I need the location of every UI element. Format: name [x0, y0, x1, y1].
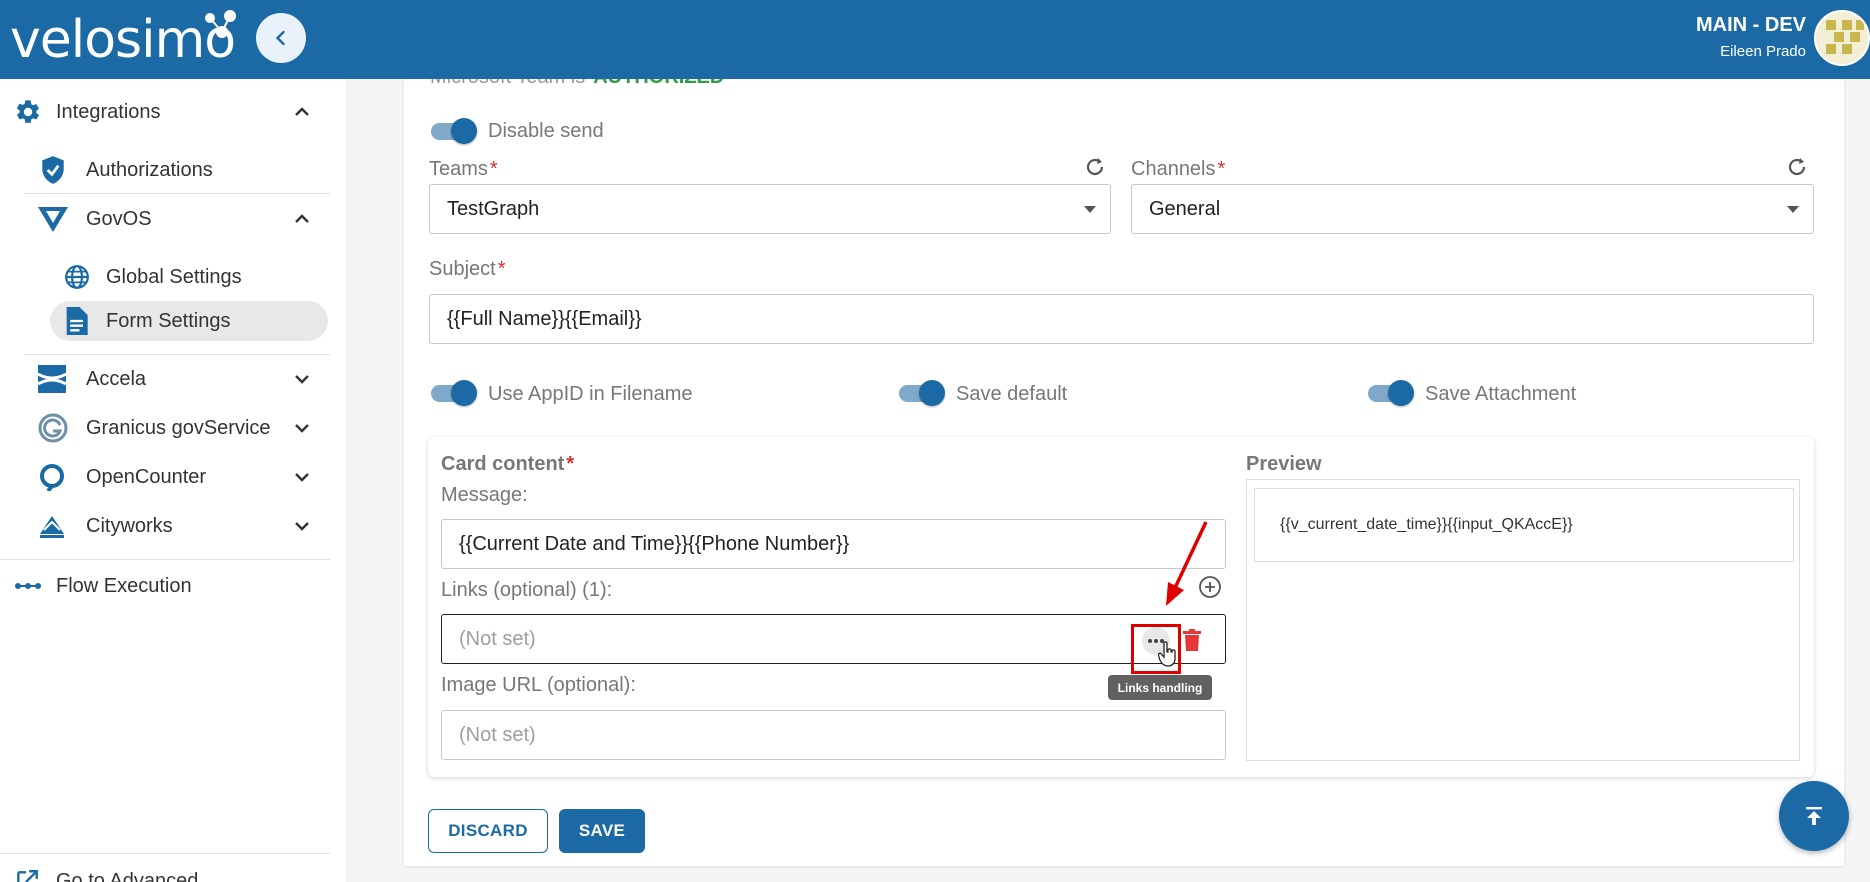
sidebar-item-granicus[interactable]: Granicus govService	[38, 411, 314, 445]
chevron-left-icon	[275, 30, 285, 46]
delete-link-icon[interactable]	[1183, 629, 1201, 651]
sidebar-item-integrations[interactable]: Integrations	[14, 96, 314, 128]
sidebar-item-flow-execution[interactable]: Flow Execution	[14, 569, 314, 603]
annotation-arrow-icon	[1166, 521, 1208, 606]
vertical-align-top-icon	[1806, 807, 1822, 825]
logo-dots-icon	[205, 10, 236, 38]
chevron-down-icon[interactable]	[290, 465, 314, 489]
external-link-icon	[17, 870, 38, 882]
preview-card: {{v_current_date_time}}{{input_QKAccE}}	[1254, 488, 1794, 562]
refresh-teams-icon[interactable]	[1083, 155, 1107, 179]
links-handling-tooltip: Links handling	[1108, 675, 1212, 700]
save-default-label: Save default	[956, 383, 1068, 405]
disable-send-label: Disable send	[488, 120, 604, 142]
sidebar-item-go-advanced[interactable]: Go to Advanced	[14, 864, 314, 882]
sidebar-item-opencounter[interactable]: OpenCounter	[38, 460, 314, 494]
sidebar-item-authorizations[interactable]: Authorizations	[40, 153, 320, 187]
divider	[0, 559, 330, 560]
teams-selected-value: TestGraph	[447, 197, 540, 220]
chevron-down-icon[interactable]	[290, 416, 314, 440]
link-placeholder: (Not set)	[459, 627, 536, 650]
card-content-label: Card content *	[441, 453, 575, 475]
dropdown-arrow-icon	[1787, 206, 1799, 213]
dropdown-arrow-icon	[1084, 206, 1096, 213]
save-button[interactable]: SAVE	[559, 809, 645, 853]
message-value: {{Current Date and Time}}{{Phone Number}…	[459, 532, 850, 555]
channels-label: Channels *	[1131, 158, 1226, 180]
environment-info[interactable]: MAIN - DEV Eileen Prado	[1696, 14, 1806, 60]
image-url-label: Image URL (optional):	[441, 674, 636, 696]
chevron-up-icon[interactable]	[290, 100, 314, 124]
save-attachment-toggle[interactable]	[1366, 380, 1414, 406]
subject-value: {{Full Name}}{{Email}}	[447, 307, 642, 330]
globe-icon	[65, 265, 89, 289]
channels-selected-value: General	[1149, 197, 1221, 220]
sidebar-item-label: Accela	[86, 367, 147, 390]
opencounter-logo-icon	[40, 464, 64, 491]
image-url-placeholder: (Not set)	[459, 723, 536, 746]
sidebar-item-global-settings[interactable]: Global Settings	[64, 260, 324, 294]
sidebar: Integrations Authorizations GovOS Global…	[0, 79, 346, 882]
refresh-channels-icon[interactable]	[1785, 155, 1809, 179]
subject-input[interactable]: {{Full Name}}{{Email}}	[429, 294, 1814, 344]
disable-send-toggle[interactable]	[429, 118, 477, 144]
use-appid-label: Use AppID in Filename	[488, 383, 693, 405]
sidebar-item-label: Integrations	[56, 100, 161, 123]
channels-select[interactable]: General	[1131, 184, 1814, 234]
image-url-input[interactable]: (Not set)	[441, 710, 1226, 760]
save-default-toggle[interactable]	[897, 380, 945, 406]
sidebar-item-label: Authorizations	[86, 158, 213, 181]
user-name: Eileen Prado	[1720, 43, 1806, 60]
teams-select[interactable]: TestGraph	[429, 184, 1111, 234]
hand-cursor-icon	[1158, 641, 1176, 667]
flow-dots-icon	[15, 583, 41, 589]
collapse-sidebar-button[interactable]	[256, 13, 306, 63]
sidebar-item-label: GovOS	[86, 207, 152, 230]
teams-label: Teams *	[429, 158, 498, 180]
sidebar-item-label: Flow Execution	[56, 574, 192, 597]
accela-logo-icon	[38, 365, 66, 393]
govos-logo-icon	[38, 207, 68, 232]
sidebar-item-label: Cityworks	[86, 514, 173, 537]
shield-check-icon	[42, 156, 64, 184]
links-label: Links (optional) (1):	[441, 579, 613, 601]
message-label: Message:	[441, 484, 528, 506]
chevron-down-icon[interactable]	[290, 514, 314, 538]
sidebar-item-label: Go to Advanced	[56, 869, 199, 882]
sidebar-item-label: Form Settings	[106, 309, 231, 332]
save-attachment-label: Save Attachment	[1425, 383, 1577, 405]
document-icon	[66, 307, 88, 335]
sidebar-item-govos[interactable]: GovOS	[38, 202, 314, 236]
subject-label: Subject *	[429, 258, 506, 280]
link-input[interactable]: (Not set)	[441, 614, 1226, 664]
sidebar-item-label: Global Settings	[106, 265, 242, 288]
sidebar-item-form-settings[interactable]: Form Settings	[64, 304, 324, 338]
preview-label: Preview	[1246, 453, 1322, 475]
scroll-to-top-button[interactable]	[1779, 781, 1849, 851]
cityworks-logo-icon	[40, 516, 64, 538]
discard-button[interactable]: DISCARD	[428, 809, 548, 853]
user-avatar[interactable]	[1814, 10, 1870, 66]
divider	[24, 193, 330, 194]
divider	[0, 853, 330, 854]
chevron-up-icon[interactable]	[290, 207, 314, 231]
preview-text: {{v_current_date_time}}{{input_QKAccE}}	[1280, 516, 1573, 533]
gear-icon	[17, 100, 39, 123]
sidebar-item-accela[interactable]: Accela	[38, 362, 314, 396]
divider	[24, 354, 330, 355]
use-appid-toggle[interactable]	[429, 380, 477, 406]
sidebar-item-cityworks[interactable]: Cityworks	[38, 509, 314, 543]
chevron-down-icon[interactable]	[290, 367, 314, 391]
message-input[interactable]: {{Current Date and Time}}{{Phone Number}…	[441, 519, 1226, 569]
sidebar-item-label: OpenCounter	[86, 465, 207, 488]
environment-name: MAIN - DEV	[1696, 14, 1806, 36]
granicus-logo-icon	[38, 413, 68, 443]
sidebar-item-label: Granicus govService	[86, 416, 271, 439]
